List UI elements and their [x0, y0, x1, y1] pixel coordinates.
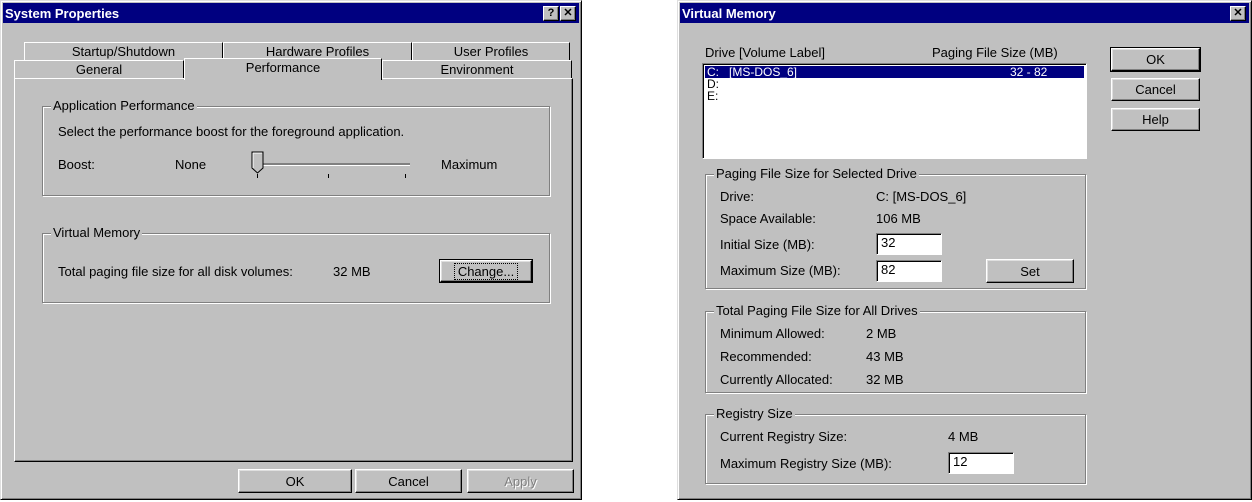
set-button[interactable]: Set	[986, 259, 1074, 283]
slider-tick	[328, 174, 329, 178]
drive-column-label: Drive [Volume Label]	[705, 45, 825, 60]
close-icon[interactable]: ✕	[1230, 6, 1246, 21]
tab-user-profiles[interactable]: User Profiles	[412, 42, 570, 60]
currently-allocated-value: 32 MB	[866, 372, 904, 387]
initial-size-input[interactable]: 32	[876, 233, 942, 255]
drive-list[interactable]: C: [MS-DOS_6] 32 - 82 D: E:	[702, 63, 1087, 159]
boost-description: Select the performance boost for the for…	[58, 124, 405, 139]
set-button-label: Set	[1020, 263, 1040, 279]
drive-size: 32 - 82	[1010, 65, 1048, 79]
boost-none-label: None	[175, 157, 207, 172]
window-title: Virtual Memory	[682, 5, 776, 21]
slider-track	[252, 163, 410, 166]
help-icon[interactable]: ?	[543, 6, 559, 21]
minimum-allowed-label: Minimum Allowed:	[720, 326, 825, 341]
system-properties-titlebar[interactable]: System Properties ? ✕	[3, 3, 579, 23]
space-available-value: 106 MB	[876, 211, 921, 226]
maximum-size-input[interactable]: 82	[876, 260, 942, 282]
initial-size-label: Initial Size (MB):	[720, 237, 815, 252]
current-registry-label: Current Registry Size:	[720, 429, 848, 444]
tab-performance[interactable]: Performance	[184, 58, 382, 80]
virtual-memory-window: Virtual Memory ✕ Drive [Volume Label] Pa…	[677, 0, 1252, 500]
space-available-label: Space Available:	[720, 211, 816, 226]
group-legend: Virtual Memory	[51, 225, 143, 240]
current-registry-value: 4 MB	[948, 429, 979, 444]
help-button-label: Help	[1142, 112, 1169, 127]
tab-general[interactable]: General	[14, 60, 184, 78]
registry-size-group: Registry Size Current Registry Size: 4 M…	[705, 406, 1086, 484]
slider-tick	[405, 174, 406, 178]
maximum-registry-label: Maximum Registry Size (MB):	[720, 456, 892, 471]
drive-value: C: [MS-DOS_6]	[876, 189, 967, 204]
help-button[interactable]: Help	[1111, 108, 1200, 131]
system-properties-window: System Properties ? ✕ Startup/Shutdown H…	[0, 0, 582, 500]
change-button[interactable]: Change...	[439, 259, 533, 283]
boost-slider[interactable]	[248, 151, 414, 181]
recommended-label: Recommended:	[720, 349, 812, 364]
boost-max-label: Maximum	[441, 157, 498, 172]
tab-environment[interactable]: Environment	[382, 60, 572, 78]
group-legend: Registry Size	[714, 406, 795, 421]
minimum-allowed-value: 2 MB	[866, 326, 897, 341]
maximum-registry-input[interactable]: 12	[948, 452, 1014, 474]
close-icon[interactable]: ✕	[560, 6, 576, 21]
drive-column-header: Drive [Volume Label]	[705, 45, 825, 60]
currently-allocated-label: Currently Allocated:	[720, 372, 833, 387]
group-legend: Application Performance	[51, 98, 197, 113]
paging-total-label: Total paging file size for all disk volu…	[58, 264, 293, 279]
drive-row[interactable]: E:	[705, 90, 1084, 102]
total-paging-group: Total Paging File Size for All Drives Mi…	[705, 303, 1086, 393]
recommended-value: 43 MB	[866, 349, 904, 364]
cancel-button[interactable]: Cancel	[355, 469, 462, 493]
virtual-memory-titlebar[interactable]: Virtual Memory ✕	[680, 3, 1249, 23]
group-legend: Total Paging File Size for All Drives	[714, 303, 920, 318]
boost-label: Boost:	[58, 157, 95, 172]
window-title: System Properties	[5, 5, 120, 21]
apply-button: Apply	[467, 469, 574, 493]
paging-total-value: 32 MB	[333, 264, 371, 279]
cancel-button[interactable]: Cancel	[1111, 78, 1200, 101]
drive-label: [MS-DOS_6]	[729, 65, 798, 79]
drive-row[interactable]: C: [MS-DOS_6] 32 - 82	[705, 66, 1084, 78]
change-button-label: Change...	[453, 262, 519, 280]
selected-drive-group: Paging File Size for Selected Drive Driv…	[705, 166, 1086, 289]
virtual-memory-group: Virtual Memory Total paging file size fo…	[42, 225, 550, 303]
application-performance-group: Application Performance Select the perfo…	[42, 98, 550, 196]
slider-thumb[interactable]	[251, 151, 265, 175]
ok-button[interactable]: OK	[238, 469, 352, 493]
maximum-size-label: Maximum Size (MB):	[720, 263, 841, 278]
paging-size-column-header: Paging File Size (MB)	[932, 45, 1058, 60]
drive-row[interactable]: D:	[705, 78, 1084, 90]
drive-letter: E:	[707, 89, 719, 103]
drive-label: Drive:	[720, 189, 754, 204]
ok-button[interactable]: OK	[1110, 47, 1201, 72]
group-legend: Paging File Size for Selected Drive	[714, 166, 919, 181]
